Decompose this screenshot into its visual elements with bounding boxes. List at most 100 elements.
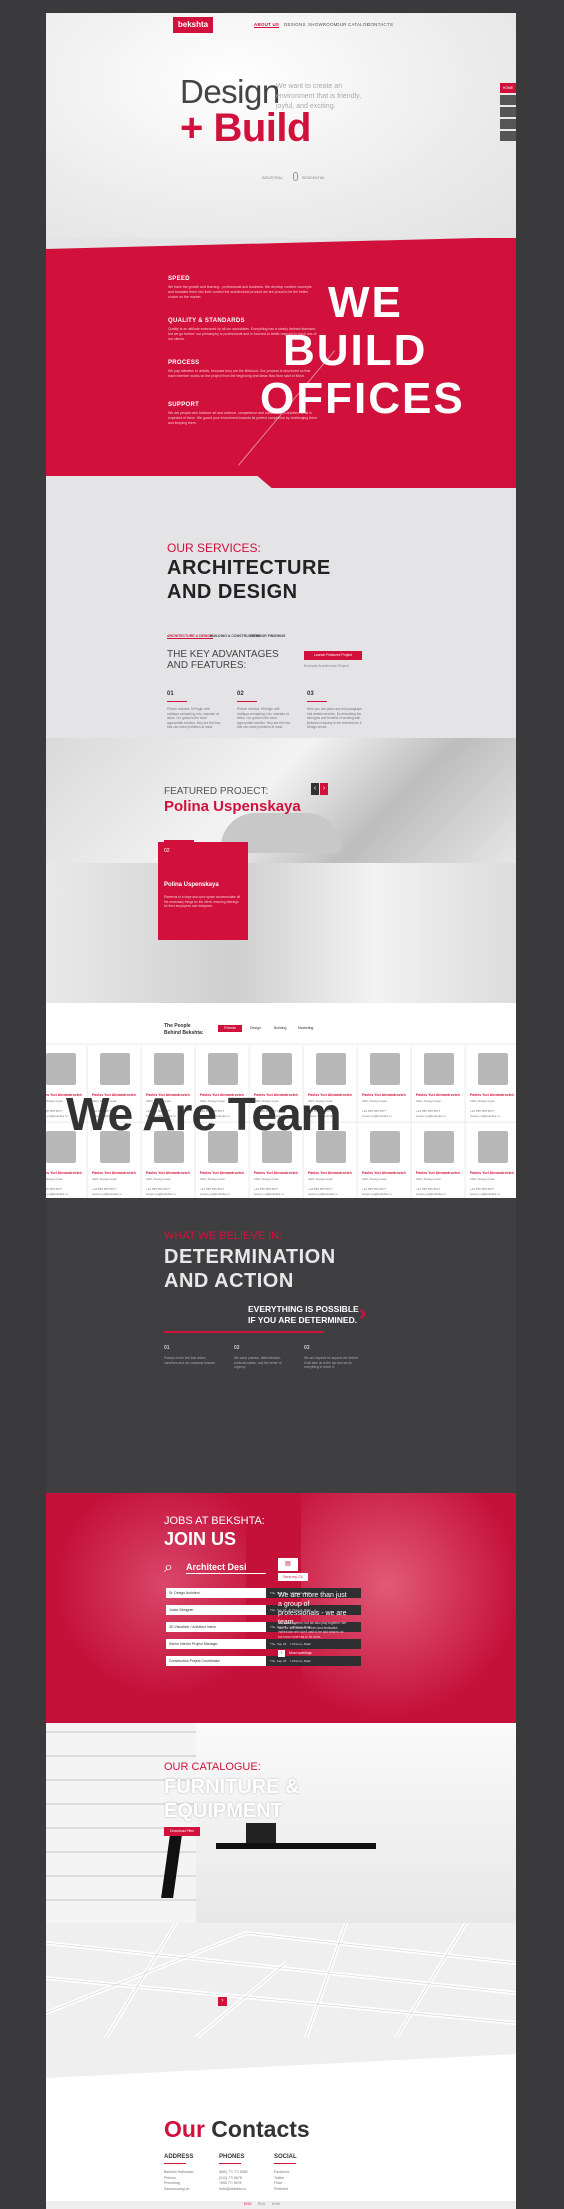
member-email[interactable]: ivanov.yu@bekshta.ru xyxy=(416,1114,446,1119)
team-member-card[interactable]: Pavlov Yuri Alexandrovich CEO, Design tea… xyxy=(412,1123,466,1198)
member-email[interactable]: ivanov.yu@bekshta.ru xyxy=(200,1192,230,1197)
contact-social-lines: Facebook Twitter Flickr Pinterest xyxy=(274,2170,289,2192)
lang-eng[interactable]: ENG xyxy=(244,2202,252,2206)
job-search-input[interactable] xyxy=(186,1561,266,1574)
team-member-card[interactable]: Pavlov Yuri Alexandrovich CEO, Design tea… xyxy=(412,1045,466,1129)
lang-rus[interactable]: RUS xyxy=(258,2202,265,2206)
beliefs-divider xyxy=(164,1331,324,1333)
launch-project-button[interactable]: Launch Featured Project xyxy=(304,651,362,660)
member-email[interactable]: ivanov.yu@bekshta.ru xyxy=(470,1114,500,1119)
contact-email-link[interactable]: hello@bekshta.ru xyxy=(219,2187,248,2193)
social-link-facebook[interactable]: Facebook xyxy=(274,2170,289,2176)
logo[interactable]: bekshta xyxy=(173,17,213,33)
team-tab-design[interactable]: Design xyxy=(250,1026,261,1030)
belief-num-2: 02 xyxy=(234,1345,240,1351)
page: bekshta ABOUT US DESIGNS SHOWROOM OUR CA… xyxy=(46,13,516,2209)
big-word-offices: OFFICES xyxy=(260,374,465,423)
contact-underline xyxy=(164,2163,186,2164)
member-email[interactable]: ivanov.yu@bekshta.ru xyxy=(416,1192,446,1197)
beliefs-title-line2: AND ACTION xyxy=(164,1270,294,1292)
contacts-title: Our Contacts xyxy=(164,2116,310,2143)
job-title[interactable]: Sr. Design Architect xyxy=(166,1588,266,1598)
belief-text-1: Passion is the fuel that drives ourselve… xyxy=(164,1356,216,1365)
member-email[interactable]: ivanov.yu@bekshta.ru xyxy=(146,1192,176,1197)
avatar xyxy=(100,1053,130,1085)
member-email[interactable]: ivanov.yu@bekshta.ru xyxy=(92,1192,122,1197)
avatar xyxy=(370,1053,400,1085)
team-member-card[interactable]: Pavlov Yuri Alexandrovich CEO, Design tea… xyxy=(466,1045,516,1129)
filter-residential[interactable]: RESIDENTIAL xyxy=(302,176,325,180)
member-email[interactable]: ivanov.yu@bekshta.ru xyxy=(46,1114,68,1119)
contacts-title-red: Our xyxy=(164,2116,205,2142)
map-section[interactable]: › xyxy=(46,1923,516,2038)
job-title[interactable]: 3D Visualizer / Architect Intern xyxy=(166,1622,266,1632)
featured-kicker: FEATURED PROJECT: xyxy=(164,786,269,797)
job-date: Thu, Sep 25 xyxy=(270,1642,287,1646)
beliefs-claim-line1: EVERYTHING IS POSSIBLE xyxy=(248,1304,359,1314)
printer-shape xyxy=(246,1823,276,1843)
member-email[interactable]: ivanov.yu@bekshta.ru xyxy=(362,1114,392,1119)
member-name: Pavlov Yuri Alexandrovich xyxy=(46,1171,82,1175)
contacts-title-dark: Contacts xyxy=(211,2116,310,2142)
job-title[interactable]: Junior Designer xyxy=(166,1605,266,1615)
contact-line[interactable]: (855) 77/ 77/ 5555 xyxy=(219,2170,248,2176)
team-member-card[interactable]: Pavlov Yuri Alexandrovich CEO, Design tea… xyxy=(358,1045,412,1129)
adv-num-3: 03 xyxy=(307,691,314,697)
values-section: SPEED We have the growth and learning - … xyxy=(46,238,516,503)
tab-interior[interactable]: INTERIOR FINISHING xyxy=(250,634,285,638)
scroll-toggle-icon[interactable] xyxy=(293,172,298,181)
arrow-right-icon[interactable]: › xyxy=(359,1300,366,1326)
nav-catalog[interactable]: OUR CATALOG xyxy=(336,22,370,27)
avatar xyxy=(154,1053,184,1085)
avatar xyxy=(478,1053,508,1085)
member-contact: +44 555 555 5577ivanov.yu@bekshta.ru xyxy=(92,1187,122,1197)
side-nav-item[interactable] xyxy=(500,119,516,129)
team-section: The People Behind Bekshta: Friends Desig… xyxy=(46,1003,516,1198)
member-role: CEO, Design team xyxy=(308,1177,334,1181)
catalogue-kicker: OUR CATALOGUE: xyxy=(164,1761,261,1773)
side-nav-item[interactable] xyxy=(500,131,516,141)
team-tab-friends[interactable]: Friends xyxy=(218,1025,242,1032)
job-title[interactable]: Construction Project Coordinator xyxy=(166,1656,266,1666)
job-meta: Thu, Sep 25 ⌖ Phinom, Bakk xyxy=(266,1656,361,1666)
side-nav-home[interactable]: HOME xyxy=(500,83,516,93)
jobs-side-link[interactable]: Most openings xyxy=(289,1651,312,1655)
next-arrow-icon[interactable]: › xyxy=(320,783,328,795)
map-pin-icon[interactable]: › xyxy=(218,1997,227,2006)
member-contact: +44 555 555 5577ivanov.yu@bekshta.ru xyxy=(362,1109,392,1119)
social-link-pinterest[interactable]: Pinterest xyxy=(274,2187,289,2193)
member-email[interactable]: ivanov.yu@bekshta.ru xyxy=(470,1192,500,1197)
team-heading-line2: Behind Bekshta: xyxy=(164,1030,204,1036)
team-tab-building[interactable]: Building xyxy=(274,1026,286,1030)
member-email[interactable]: ivanov.yu@bekshta.ru xyxy=(362,1192,392,1197)
download-files-button[interactable]: Download Files xyxy=(164,1827,200,1836)
tab-architecture[interactable]: ARCHITECTURE & DESIGN xyxy=(167,634,213,639)
project-card[interactable]: 02 Polina Uspenskaya Elements of a large… xyxy=(158,842,248,940)
nav-contacts[interactable]: CONTACTS xyxy=(367,22,393,27)
member-email[interactable]: ivanov.yu@bekshta.ru xyxy=(308,1192,338,1197)
nav-about[interactable]: ABOUT US xyxy=(254,22,280,28)
member-email[interactable]: ivanov.yu@bekshta.ru xyxy=(46,1192,68,1197)
prev-arrow-icon[interactable]: ‹ xyxy=(311,783,319,795)
side-nav-item[interactable] xyxy=(500,95,516,105)
send-cv-button[interactable]: Send my CV xyxy=(278,1573,308,1581)
services-title-line1: ARCHITECTURE xyxy=(167,557,331,579)
adv-underline xyxy=(307,701,327,702)
map-canvas[interactable] xyxy=(46,1923,516,2038)
nav-designs[interactable]: DESIGNS xyxy=(284,22,306,27)
lang-khm[interactable]: KHM xyxy=(272,2202,280,2206)
arrow-right-icon[interactable]: › xyxy=(278,1650,285,1657)
side-nav-item[interactable] xyxy=(500,107,516,117)
nav-showroom[interactable]: SHOWROOM xyxy=(308,22,338,27)
job-title[interactable]: Senior Interior Project Manager xyxy=(166,1639,266,1649)
job-city: Phinom, Bakk xyxy=(292,1642,311,1646)
team-member-card[interactable]: Pavlov Yuri Alexandrovich CEO, Design tea… xyxy=(466,1123,516,1198)
member-role: CEO, Design team xyxy=(146,1177,172,1181)
team-member-card[interactable]: Pavlov Yuri Alexandrovich CEO, Design tea… xyxy=(358,1123,412,1198)
jobs-title: JOIN US xyxy=(164,1529,237,1549)
member-email[interactable]: ivanov.yu@bekshta.ru xyxy=(254,1192,284,1197)
search-icon[interactable]: ⌕ xyxy=(164,1559,173,1577)
footer-bar xyxy=(46,2201,516,2209)
team-tab-marketing[interactable]: Marketing xyxy=(298,1026,313,1030)
filter-industrial[interactable]: INDUSTRIAL xyxy=(262,176,283,180)
